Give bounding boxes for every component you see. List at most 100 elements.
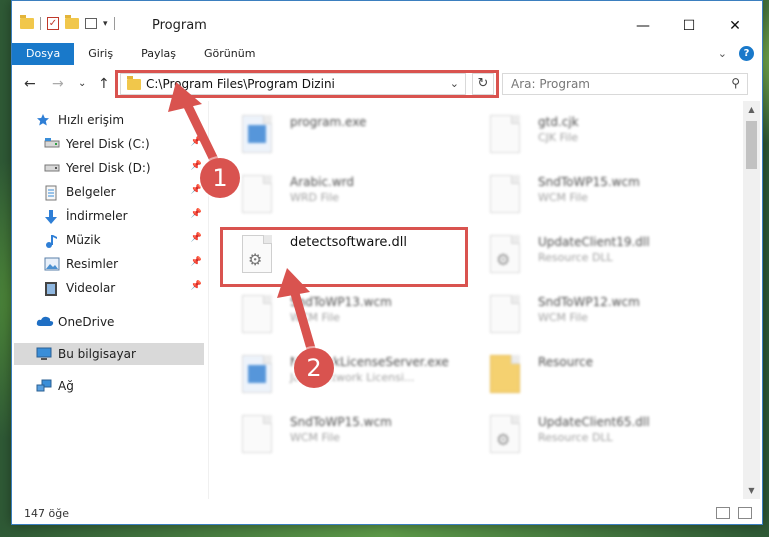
gear-icon: ⚙ — [496, 430, 511, 449]
pin-icon[interactable]: 📌 — [191, 257, 202, 267]
recent-locations-chevron-icon[interactable]: ⌄ — [78, 78, 86, 89]
executable-icon — [242, 355, 272, 393]
sidebar-item-label: Hızlı erişim — [58, 113, 125, 127]
ribbon-collapse-chevron-icon[interactable]: ⌄ — [718, 47, 727, 60]
scroll-up-arrow-icon[interactable]: ▲ — [743, 101, 760, 118]
file-item[interactable]: NetworkLicenseServer.exe Java Network Li… — [220, 349, 460, 401]
minimize-button[interactable]: — — [620, 11, 666, 41]
gear-icon: ⚙ — [496, 250, 511, 269]
sidebar-item-music[interactable]: Müzik 📌 — [44, 229, 204, 251]
tab-dosya[interactable]: Dosya — [12, 43, 75, 65]
customize-toolbar-chevron-icon[interactable]: ▾ — [103, 19, 108, 29]
up-arrow-icon[interactable]: ↑ — [98, 76, 110, 92]
music-icon — [44, 233, 60, 248]
file-icon — [490, 115, 520, 153]
address-highlight-box — [115, 70, 499, 98]
tab-gorunum[interactable]: Görünüm — [190, 43, 269, 65]
file-name: UpdateClient19.dll — [538, 235, 650, 249]
sidebar-item-downloads[interactable]: İndirmeler 📌 — [44, 205, 204, 227]
sidebar-item-label: Yerel Disk (C:) — [66, 137, 150, 151]
sidebar-item-pictures[interactable]: Resimler 📌 — [44, 253, 204, 275]
sidebar-item-videos[interactable]: Videolar 📌 — [44, 277, 204, 299]
file-name: program.exe — [290, 115, 367, 129]
navigation-pane: Hızlı erişim Yerel Disk (C:) 📌 Yerel Dis… — [12, 101, 208, 499]
search-box[interactable]: Ara: Program ⚲ — [502, 73, 748, 95]
file-type: WCM File — [290, 311, 340, 324]
step-badge-1: 1 — [200, 158, 240, 198]
drive-icon — [44, 137, 60, 151]
file-item[interactable]: SndToWP15.wcm WCM File — [220, 409, 460, 461]
search-icon[interactable]: ⚲ — [731, 76, 740, 90]
sidebar-item-local-disk-d[interactable]: Yerel Disk (D:) 📌 — [44, 157, 204, 179]
quick-access-toolbar: ✓ ▾ — [20, 15, 115, 30]
vertical-scrollbar[interactable]: ▲ ▼ — [743, 101, 760, 499]
pin-icon[interactable]: 📌 — [191, 185, 202, 195]
details-view-icon[interactable] — [716, 507, 730, 519]
large-icons-view-icon[interactable] — [738, 507, 752, 519]
maximize-button[interactable]: ☐ — [666, 11, 712, 41]
file-name: Resource — [538, 355, 594, 369]
file-item[interactable]: SndToWP12.wcm WCM File — [468, 289, 708, 341]
scrollbar-thumb[interactable] — [746, 121, 757, 169]
star-icon — [36, 113, 52, 127]
sidebar-item-label: İndirmeler — [66, 209, 128, 223]
scroll-down-arrow-icon[interactable]: ▼ — [743, 482, 760, 499]
pin-icon[interactable]: 📌 — [191, 281, 202, 291]
file-icon — [490, 295, 520, 333]
back-arrow-icon[interactable]: ← — [24, 76, 36, 92]
new-folder-icon[interactable] — [65, 15, 79, 29]
properties-icon[interactable] — [85, 18, 97, 29]
checkmark-icon[interactable]: ✓ — [47, 17, 59, 30]
close-button[interactable]: ✕ — [712, 11, 758, 41]
pin-icon[interactable]: 📌 — [191, 209, 202, 219]
file-list: program.exe gtd.cjk CJK File Arabic.wrd … — [210, 101, 740, 499]
toolbar-separator — [113, 17, 115, 30]
pin-icon[interactable]: 📌 — [191, 161, 202, 171]
sidebar-item-this-pc[interactable]: Bu bilgisayar — [14, 343, 204, 365]
file-name: SndToWP13.wcm — [290, 295, 392, 309]
file-item[interactable]: Arabic.wrd WRD File — [220, 169, 460, 221]
tab-paylas[interactable]: Paylaş — [127, 43, 190, 65]
file-name: UpdateClient65.dll — [538, 415, 650, 429]
folder-icon — [490, 355, 520, 393]
file-highlight-box — [220, 227, 468, 287]
sidebar-item-label: Belgeler — [66, 185, 116, 199]
pin-icon[interactable]: 📌 — [191, 233, 202, 243]
computer-icon — [36, 347, 52, 361]
sidebar-item-documents[interactable]: Belgeler 📌 — [44, 181, 204, 203]
sidebar-item-label: Ağ — [58, 379, 74, 393]
folder-icon[interactable] — [20, 15, 34, 29]
file-item[interactable]: SndToWP13.wcm WCM File — [220, 289, 460, 341]
sidebar-item-network[interactable]: Ağ — [36, 375, 204, 397]
download-icon — [44, 209, 60, 224]
file-type: WCM File — [538, 191, 588, 204]
file-item[interactable]: ⚙ UpdateClient65.dll Resource DLL — [468, 409, 708, 461]
item-count: 147 öğe — [24, 507, 69, 520]
file-name: gtd.cjk — [538, 115, 579, 129]
file-item[interactable]: program.exe — [220, 109, 460, 161]
pin-icon[interactable]: 📌 — [191, 137, 202, 147]
file-icon — [242, 175, 272, 213]
file-item[interactable]: ⚙ UpdateClient19.dll Resource DLL — [468, 229, 708, 281]
ribbon-tabs: Dosya Giriş Paylaş Görünüm ⌄ ? — [12, 43, 762, 65]
status-bar: 147 öğe — [12, 503, 762, 525]
help-icon[interactable]: ? — [739, 46, 754, 61]
tab-giris[interactable]: Giriş — [74, 43, 127, 65]
sidebar-item-quick-access[interactable]: Hızlı erişim — [36, 109, 228, 131]
file-item[interactable]: gtd.cjk CJK File — [468, 109, 708, 161]
sidebar-item-label: Videolar — [66, 281, 116, 295]
file-type: Resource DLL — [538, 251, 613, 264]
file-type: CJK File — [538, 131, 579, 144]
search-placeholder: Ara: Program — [511, 77, 590, 91]
network-icon — [36, 379, 52, 393]
file-item[interactable]: SndToWP15.wcm WCM File — [468, 169, 708, 221]
dll-file-icon: ⚙ — [490, 235, 520, 273]
folder-item[interactable]: Resource — [468, 349, 708, 401]
sidebar-item-local-disk-c[interactable]: Yerel Disk (C:) 📌 — [44, 133, 204, 155]
sidebar-item-onedrive[interactable]: OneDrive — [36, 311, 204, 333]
sidebar-item-label: OneDrive — [58, 315, 115, 329]
forward-arrow-icon[interactable]: → — [52, 76, 64, 92]
sidebar-item-label: Resimler — [66, 257, 119, 271]
file-name: SndToWP12.wcm — [538, 295, 640, 309]
video-icon — [44, 281, 60, 296]
